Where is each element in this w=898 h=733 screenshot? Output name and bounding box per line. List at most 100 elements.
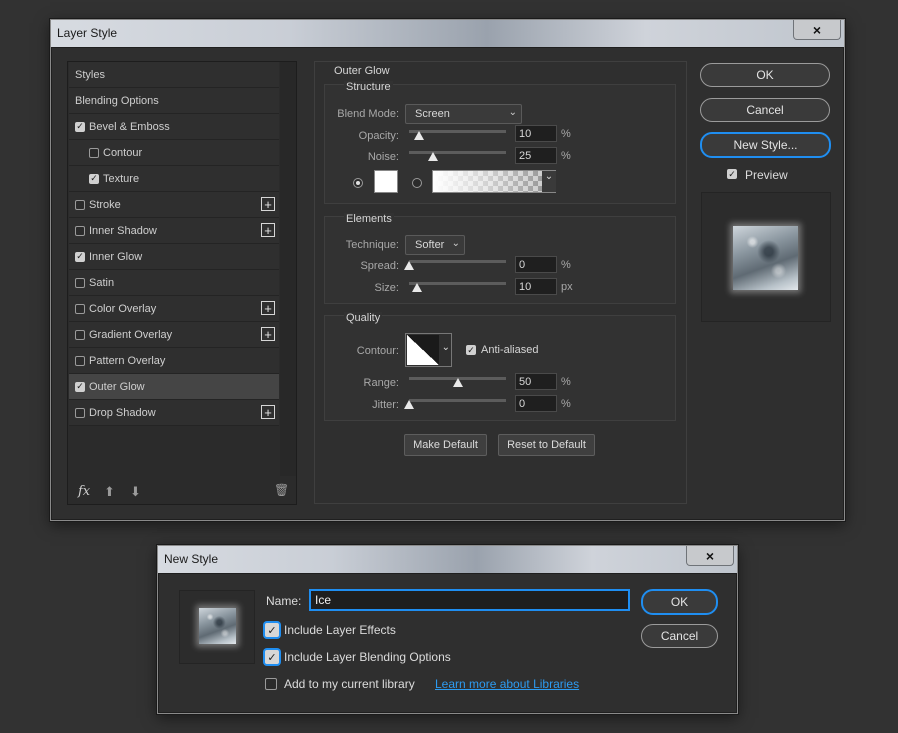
- styles-list-item[interactable]: Inner Shadow +: [69, 218, 279, 244]
- anti-aliased-checkbox[interactable]: ✓: [466, 345, 476, 355]
- style-checkbox[interactable]: [75, 407, 85, 418]
- layer-style-titlebar[interactable]: Layer Style: [51, 20, 844, 47]
- add-effect-plus-icon[interactable]: +: [261, 405, 275, 419]
- close-icon[interactable]: ×: [686, 546, 734, 566]
- add-effect-plus-icon[interactable]: +: [261, 223, 275, 237]
- learn-more-libraries-link[interactable]: Learn more about Libraries: [435, 677, 579, 691]
- opacity-slider-thumb[interactable]: [413, 131, 424, 140]
- styles-list-panel: Styles Blending Options ✓ Bevel & Emboss Con…: [67, 61, 297, 505]
- style-checkbox[interactable]: [75, 355, 85, 366]
- move-up-icon[interactable]: ⬆: [104, 484, 115, 500]
- chevron-down-icon: ⌄: [508, 107, 517, 118]
- glow-color-swatch[interactable]: [374, 170, 398, 193]
- gradient-radio[interactable]: [412, 178, 422, 188]
- chevron-down-icon: ⌄: [441, 342, 450, 353]
- noise-slider[interactable]: [409, 151, 506, 154]
- reset-to-default-button[interactable]: Reset to Default: [498, 434, 595, 456]
- spread-unit: %: [561, 259, 571, 271]
- style-checkbox[interactable]: ✓: [75, 121, 85, 132]
- jitter-slider-thumb[interactable]: [404, 400, 414, 409]
- style-checkbox[interactable]: [75, 199, 85, 210]
- make-default-button[interactable]: Make Default: [404, 434, 487, 456]
- style-checkbox[interactable]: ✓: [75, 251, 85, 262]
- styles-list-item[interactable]: Pattern Overlay: [69, 348, 279, 374]
- range-input[interactable]: 50: [515, 373, 557, 390]
- opacity-input[interactable]: 10: [515, 125, 557, 142]
- size-slider-thumb[interactable]: [411, 283, 422, 292]
- jitter-slider[interactable]: [409, 399, 506, 402]
- style-checkbox[interactable]: ✓: [89, 173, 99, 184]
- spread-slider[interactable]: [409, 260, 506, 263]
- preview-checkbox[interactable]: ✓: [727, 169, 737, 179]
- styles-list-scrollbar[interactable]: [280, 62, 296, 476]
- new-style-cancel-button[interactable]: Cancel: [641, 624, 718, 648]
- name-input[interactable]: Ice: [309, 589, 630, 611]
- new-style-thumbnail: [199, 608, 236, 644]
- add-effect-plus-icon[interactable]: +: [261, 197, 275, 211]
- style-checkbox[interactable]: ✓: [75, 381, 85, 392]
- range-slider-thumb[interactable]: [452, 378, 463, 387]
- styles-list-item[interactable]: ✓ Inner Glow: [69, 244, 279, 270]
- styles-list-item[interactable]: Satin: [69, 270, 279, 296]
- styles-list-item[interactable]: Blending Options: [69, 88, 279, 114]
- solid-color-radio[interactable]: [353, 178, 363, 188]
- spread-input[interactable]: 0: [515, 256, 557, 273]
- styles-list-item-label: Inner Shadow: [89, 224, 157, 237]
- ok-button[interactable]: OK: [700, 63, 830, 87]
- close-icon[interactable]: ×: [793, 20, 841, 40]
- add-to-library-checkbox[interactable]: [265, 678, 277, 690]
- cancel-button[interactable]: Cancel: [700, 98, 830, 122]
- size-unit: px: [561, 281, 573, 293]
- include-layer-effects-label: Include Layer Effects: [284, 623, 396, 637]
- preview-label: Preview: [745, 168, 788, 182]
- jitter-input[interactable]: 0: [515, 395, 557, 412]
- outer-glow-heading: Outer Glow: [334, 65, 390, 77]
- style-checkbox[interactable]: [75, 329, 85, 340]
- styles-list-item[interactable]: Gradient Overlay +: [69, 322, 279, 348]
- range-unit: %: [561, 376, 571, 388]
- technique-label: Technique:: [345, 239, 399, 251]
- new-style-button[interactable]: New Style...: [700, 132, 831, 158]
- new-style-titlebar[interactable]: New Style: [158, 546, 737, 573]
- size-slider[interactable]: [409, 282, 506, 285]
- gradient-picker[interactable]: ⌄: [432, 170, 556, 193]
- styles-list-item[interactable]: Color Overlay +: [69, 296, 279, 322]
- trash-icon[interactable]: 🗑: [274, 483, 289, 497]
- add-effect-plus-icon[interactable]: +: [261, 327, 275, 341]
- noise-input[interactable]: 25: [515, 147, 557, 164]
- style-checkbox[interactable]: [75, 303, 85, 314]
- new-style-body: Name: Ice ✓ Include Layer Effects ✓ Incl…: [158, 573, 737, 713]
- anti-aliased-label: Anti-aliased: [481, 344, 539, 356]
- include-blending-options-label: Include Layer Blending Options: [284, 650, 451, 664]
- size-input[interactable]: 10: [515, 278, 557, 295]
- styles-list-item-label: Contour: [103, 146, 143, 159]
- style-checkbox[interactable]: [75, 277, 85, 288]
- spread-slider-thumb[interactable]: [404, 261, 414, 270]
- styles-list-item[interactable]: ✓ Outer Glow: [69, 374, 279, 400]
- elements-group: Elements Technique: Softer ⌄ Spread: 0 %…: [324, 213, 676, 304]
- styles-list-item[interactable]: ✓ Bevel & Emboss: [69, 114, 279, 140]
- move-down-icon[interactable]: ⬇: [130, 484, 141, 500]
- styles-list-item[interactable]: Stroke +: [69, 192, 279, 218]
- contour-label: Contour:: [356, 345, 399, 357]
- styles-list-item[interactable]: Contour: [69, 140, 279, 166]
- noise-label: Noise:: [367, 151, 399, 163]
- noise-slider-thumb[interactable]: [428, 152, 439, 161]
- blend-mode-dropdown[interactable]: Screen ⌄: [405, 104, 522, 124]
- opacity-unit: %: [561, 128, 571, 140]
- styles-list-item[interactable]: ✓ Texture: [69, 166, 279, 192]
- style-checkbox[interactable]: [75, 225, 85, 236]
- fx-icon[interactable]: fx: [78, 484, 90, 499]
- styles-list-item-label: Gradient Overlay: [89, 328, 173, 341]
- contour-picker[interactable]: ⌄: [405, 333, 452, 367]
- layer-style-dialog: Layer Style × Styles Blending Options ✓ Bev…: [50, 19, 845, 521]
- style-checkbox[interactable]: [89, 147, 99, 158]
- styles-list-item[interactable]: Styles: [69, 62, 279, 88]
- new-style-ok-button[interactable]: OK: [641, 589, 718, 615]
- technique-dropdown[interactable]: Softer ⌄: [405, 235, 465, 255]
- styles-list-item[interactable]: Drop Shadow +: [69, 400, 279, 426]
- include-blending-options-checkbox[interactable]: ✓: [265, 650, 279, 664]
- add-effect-plus-icon[interactable]: +: [261, 301, 275, 315]
- include-layer-effects-checkbox[interactable]: ✓: [265, 623, 279, 637]
- layer-style-body: Styles Blending Options ✓ Bevel & Emboss Con…: [51, 47, 844, 520]
